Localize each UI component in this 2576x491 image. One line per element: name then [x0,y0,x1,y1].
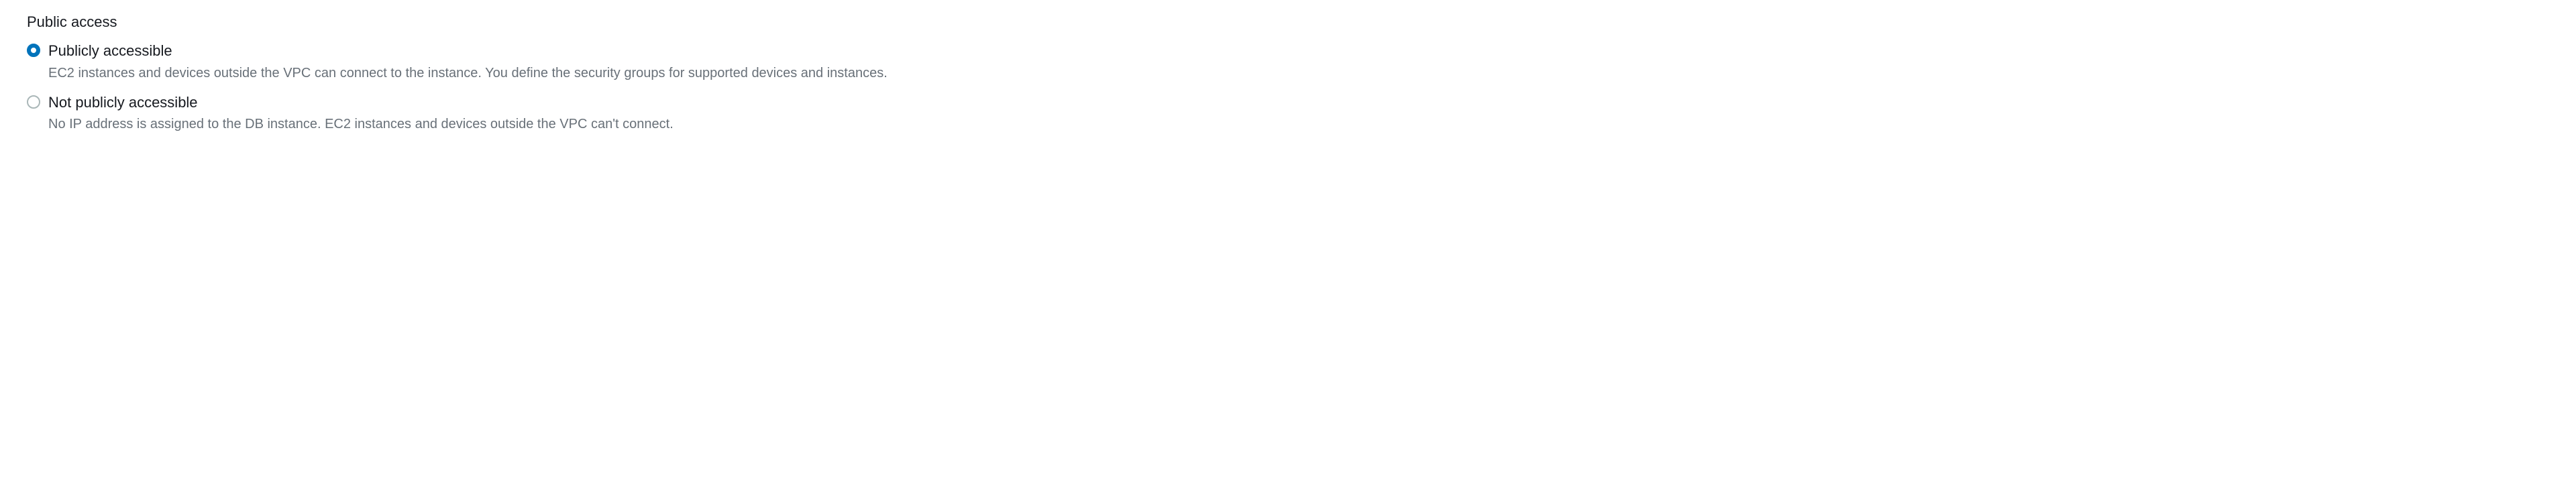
public-access-section: Public access Publicly accessible EC2 in… [27,13,2549,133]
radio-option-not-publicly-accessible[interactable]: Not publicly accessible No IP address is… [27,93,2549,134]
radio-button-icon [27,95,40,109]
radio-description-not-publicly-accessible: No IP address is assigned to the DB inst… [48,115,674,133]
radio-label-not-publicly-accessible: Not publicly accessible [48,93,674,113]
radio-content: Not publicly accessible No IP address is… [48,93,674,134]
radio-button-icon [27,44,40,57]
section-title: Public access [27,13,2549,31]
radio-description-publicly-accessible: EC2 instances and devices outside the VP… [48,64,888,83]
radio-option-publicly-accessible[interactable]: Publicly accessible EC2 instances and de… [27,42,2549,83]
radio-content: Publicly accessible EC2 instances and de… [48,42,888,83]
radio-label-publicly-accessible: Publicly accessible [48,42,888,61]
public-access-radio-group: Publicly accessible EC2 instances and de… [27,42,2549,133]
